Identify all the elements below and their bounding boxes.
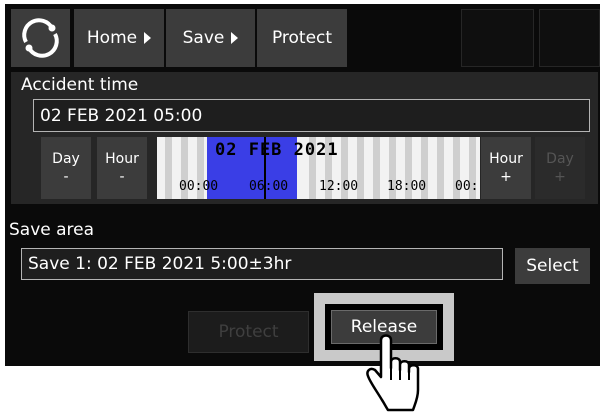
breadcrumb-home[interactable]: Home (74, 9, 164, 67)
timeline-tick-label: 12:00 (319, 179, 359, 194)
protect-button[interactable]: Protect (188, 311, 309, 353)
timeline-date-label: 02 FEB 2021 (215, 140, 339, 160)
chevron-right-icon (144, 32, 152, 44)
menu-logo-button[interactable] (11, 9, 70, 67)
timeline-tick-label: 06:00 (249, 179, 289, 194)
timeline-tick-label: 18:00 (387, 179, 427, 194)
save-area-label: Save area (9, 220, 95, 240)
breadcrumb-protect-label: Protect (271, 28, 333, 48)
day-minus-sign: - (63, 169, 69, 185)
day-minus-button[interactable]: Day - (41, 137, 91, 199)
hour-minus-label: Hour (105, 151, 139, 167)
device-screen: Home Save Protect Accident time 02 FEB 2… (5, 4, 600, 366)
breadcrumb-home-label: Home (86, 28, 138, 48)
hour-plus-label: Hour (489, 151, 523, 167)
day-plus-label: Day (546, 151, 574, 167)
blank-toolbar-button-2[interactable] (539, 9, 600, 67)
breadcrumb-protect[interactable]: Protect (257, 9, 347, 67)
hour-plus-button[interactable]: Hour + (481, 137, 531, 199)
hour-plus-sign: + (500, 169, 512, 185)
hand-pointer-icon (366, 334, 420, 412)
timeline-slider[interactable]: 02 FEB 2021 00:00 06:00 12:00 18:00 00: (157, 137, 480, 199)
blank-toolbar-button-1[interactable] (461, 9, 534, 67)
circle-logo-icon (22, 18, 59, 58)
breadcrumb-save-label: Save (182, 28, 225, 48)
accident-time-value: 02 FEB 2021 05:00 (40, 105, 203, 126)
day-minus-label: Day (52, 151, 80, 167)
day-plus-button[interactable]: Day + (535, 137, 585, 199)
hour-minus-sign: - (119, 169, 125, 185)
select-button-label: Select (526, 256, 579, 276)
hour-minus-button[interactable]: Hour - (97, 137, 147, 199)
accident-time-label: Accident time (21, 75, 139, 95)
timeline-tick-label: 00: (455, 179, 479, 194)
accident-time-field: 02 FEB 2021 05:00 (33, 99, 590, 132)
protect-button-label: Protect (218, 322, 279, 342)
breadcrumb-save[interactable]: Save (166, 9, 255, 67)
chevron-right-icon (231, 32, 239, 44)
day-plus-sign: + (554, 169, 566, 185)
select-button[interactable]: Select (515, 248, 590, 284)
save-area-value: Save 1: 02 FEB 2021 5:00±3hr (28, 254, 292, 274)
timeline-tick-label: 00:00 (179, 179, 219, 194)
save-area-field: Save 1: 02 FEB 2021 5:00±3hr (21, 248, 503, 280)
